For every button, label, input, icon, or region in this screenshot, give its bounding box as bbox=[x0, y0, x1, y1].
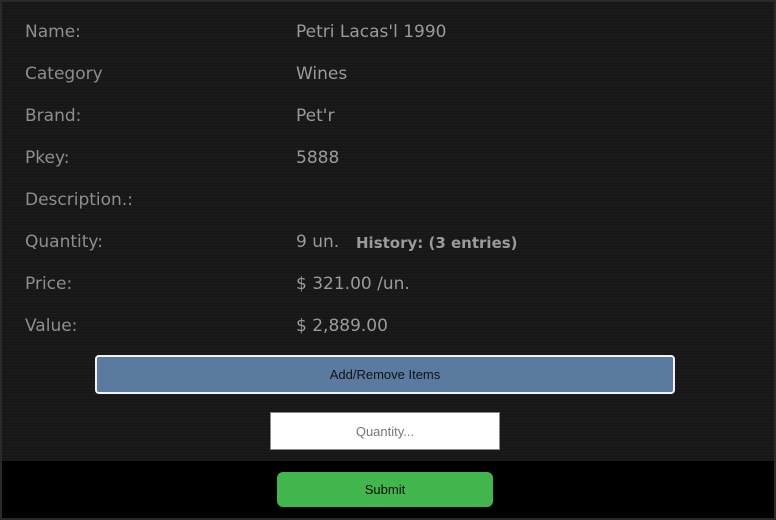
pkey-value: 5888 bbox=[296, 148, 340, 168]
category-row: Category Wines bbox=[2, 54, 776, 96]
add-remove-items-button[interactable]: Add/Remove Items bbox=[95, 355, 675, 394]
quantity-input[interactable] bbox=[270, 412, 500, 450]
submit-bar: Submit bbox=[2, 461, 774, 518]
submit-button[interactable]: Submit bbox=[277, 472, 493, 507]
price-row: Price: $ 321.00 /un. bbox=[2, 264, 776, 306]
brand-row: Brand: Pet'r bbox=[2, 96, 776, 138]
history-link[interactable]: History: (3 entries) bbox=[356, 234, 518, 252]
quantity-label: Quantity: bbox=[25, 232, 103, 252]
value-amount: $ 2,889.00 bbox=[296, 316, 388, 336]
pkey-label: Pkey: bbox=[25, 148, 70, 168]
product-detail-panel: Name: Petri Lacas'l 1990 Category Wines … bbox=[0, 0, 776, 520]
category-value: Wines bbox=[296, 64, 348, 84]
description-row: Description.: bbox=[2, 180, 776, 222]
name-value: Petri Lacas'l 1990 bbox=[296, 22, 447, 42]
brand-value: Pet'r bbox=[296, 106, 335, 126]
category-label: Category bbox=[25, 64, 103, 84]
pkey-row: Pkey: 5888 bbox=[2, 138, 776, 180]
brand-label: Brand: bbox=[25, 106, 82, 126]
quantity-value: 9 un. bbox=[296, 232, 340, 252]
price-label: Price: bbox=[25, 274, 73, 294]
value-row: Value: $ 2,889.00 bbox=[2, 306, 776, 348]
description-label: Description.: bbox=[25, 190, 133, 210]
quantity-row: Quantity: 9 un. History: (3 entries) bbox=[2, 222, 776, 264]
name-label: Name: bbox=[25, 22, 81, 42]
value-label: Value: bbox=[25, 316, 78, 336]
name-row: Name: Petri Lacas'l 1990 bbox=[2, 12, 776, 54]
price-value: $ 321.00 /un. bbox=[296, 274, 410, 294]
